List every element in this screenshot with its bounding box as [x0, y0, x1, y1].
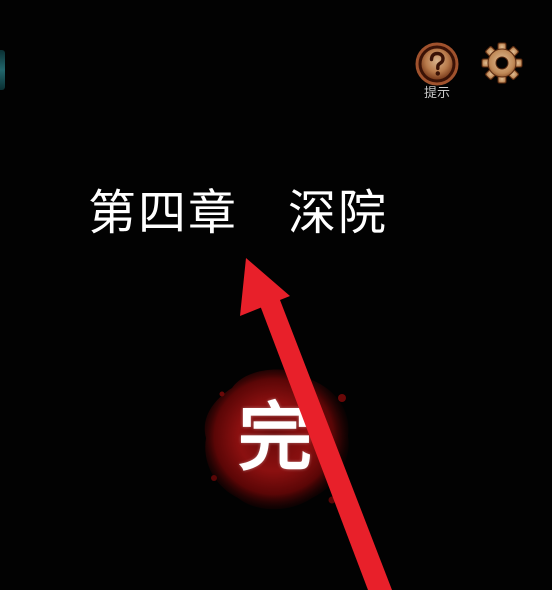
completed-stamp: 完 — [192, 358, 362, 518]
left-edge-glow — [0, 50, 5, 90]
arrow-head — [240, 258, 290, 316]
question-icon — [415, 42, 459, 86]
gear-icon — [481, 42, 523, 84]
settings-button[interactable] — [481, 42, 523, 84]
chapter-number: 第四章 — [88, 185, 239, 241]
chapter-name: 深院 — [288, 185, 389, 241]
game-screen: 提示 第四章 深院 完 — [0, 0, 552, 590]
hint-button[interactable]: 提示 — [413, 42, 461, 104]
hint-label: 提示 — [423, 86, 450, 101]
chapter-title[interactable]: 第四章 深院 — [88, 178, 448, 248]
stamp-text: 完 — [238, 395, 312, 481]
